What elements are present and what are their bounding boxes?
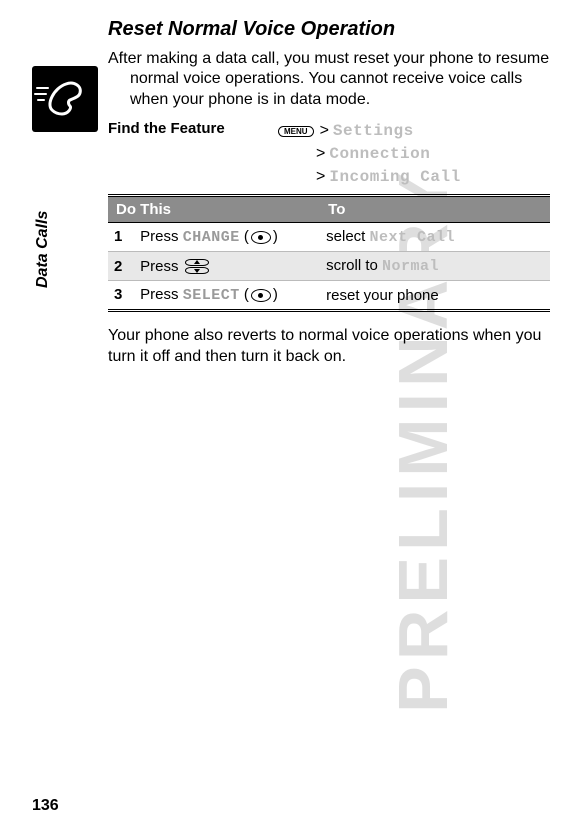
- scroll-key-icon: [185, 259, 209, 274]
- step-action-lcd: SELECT: [183, 287, 240, 304]
- step-action-prefix: Press: [140, 258, 183, 275]
- step-action-prefix: Press: [140, 286, 183, 303]
- section-tab-label: Data Calls: [34, 211, 52, 288]
- section-title: Reset Normal Voice Operation: [108, 18, 550, 41]
- path-settings: Settings: [333, 122, 414, 140]
- path-connection: Connection: [329, 145, 430, 163]
- soft-key-icon: [251, 231, 271, 244]
- soft-key-icon: [251, 289, 271, 302]
- main-content: Reset Normal Voice Operation After makin…: [108, 18, 550, 377]
- table-header-do-this: Do This: [108, 196, 320, 223]
- path-incoming-call: Incoming Call: [329, 168, 460, 186]
- feature-menu-path: MENU>Settings >Connection >Incoming Call: [278, 120, 461, 188]
- step-result-prefix: select: [326, 228, 369, 245]
- steps-table: Do This To 1 Press CHANGE () select Next…: [108, 194, 550, 312]
- closing-paragraph: Your phone also reverts to normal voice …: [108, 326, 550, 367]
- step-result-prefix: reset your phone: [326, 287, 439, 304]
- feature-label: Find the Feature: [108, 120, 278, 188]
- step-action-prefix: Press: [140, 228, 183, 245]
- step-number: 3: [114, 286, 136, 303]
- table-row: 3 Press SELECT () reset your phone: [108, 281, 550, 311]
- page-number: 136: [32, 797, 59, 815]
- find-the-feature: Find the Feature MENU>Settings >Connecti…: [108, 120, 550, 188]
- phone-data-icon: [32, 66, 98, 132]
- table-row: 1 Press CHANGE () select Next Call: [108, 223, 550, 252]
- step-result-lcd: Next Call: [370, 229, 456, 246]
- step-result-lcd: Normal: [382, 258, 439, 275]
- step-number: 1: [114, 228, 136, 245]
- menu-key-icon: MENU: [278, 126, 314, 137]
- table-header-to: To: [320, 196, 550, 223]
- table-row: 2 Press scroll to Normal: [108, 252, 550, 281]
- intro-paragraph: After making a data call, you must reset…: [108, 49, 550, 110]
- step-action-lcd: CHANGE: [183, 229, 240, 246]
- step-result-prefix: scroll to: [326, 257, 382, 274]
- step-number: 2: [114, 258, 136, 275]
